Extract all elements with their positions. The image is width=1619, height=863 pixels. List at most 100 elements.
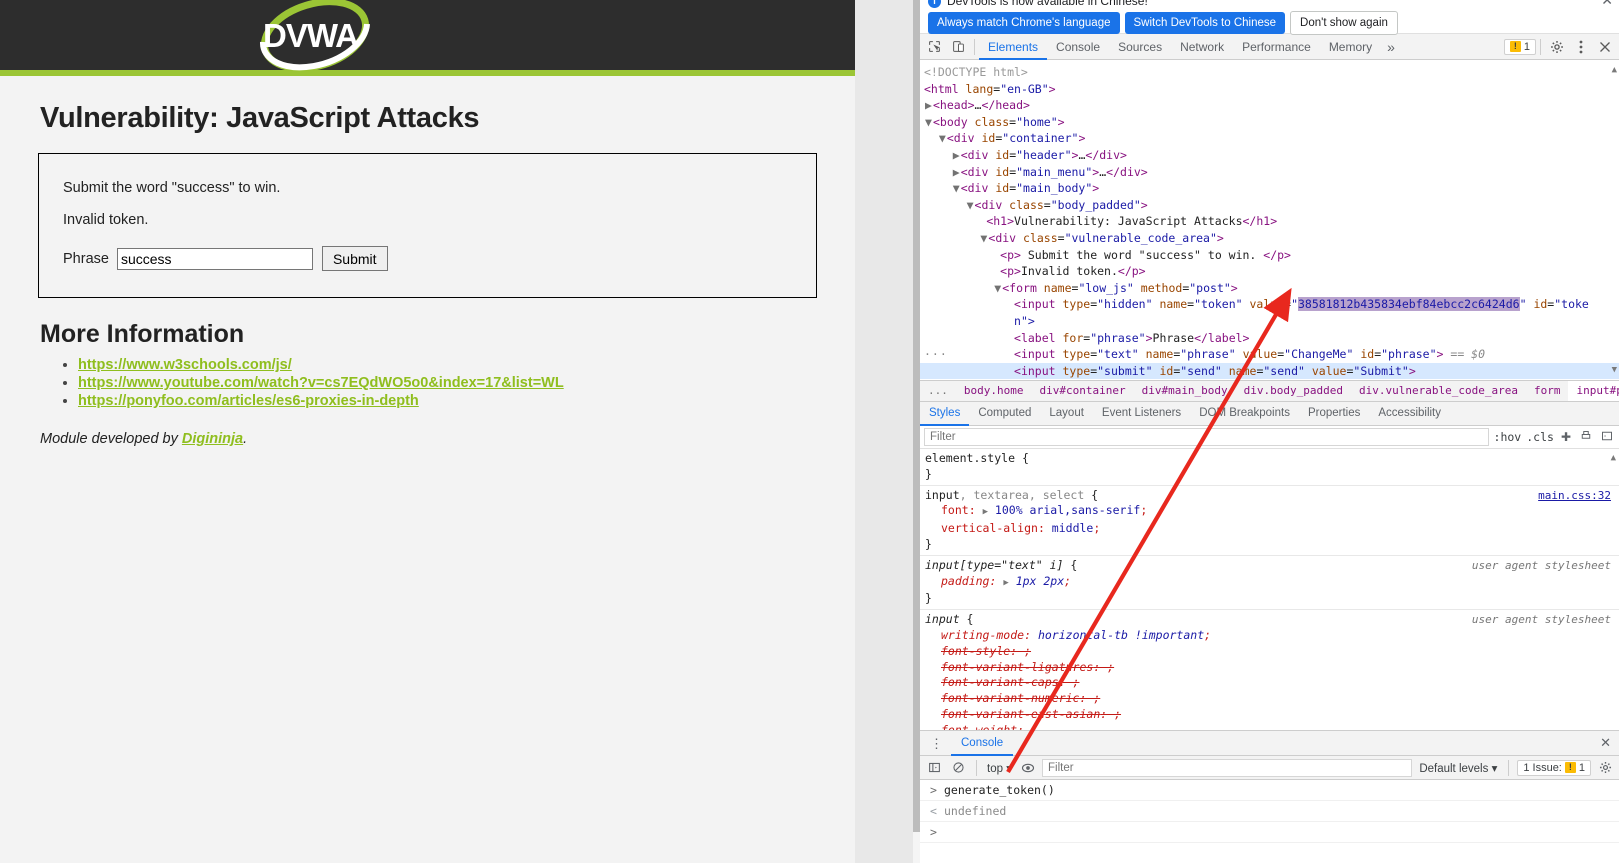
execution-context-select[interactable]: top ▾ bbox=[985, 761, 1014, 775]
tab-dom-breakpoints[interactable]: DOM Breakpoints bbox=[1190, 402, 1299, 426]
dom-line-selected[interactable]: ··· <input type="text" name="phrase" val… bbox=[920, 346, 1619, 363]
styles-scroll-up-arrow[interactable]: ▲ bbox=[1611, 451, 1616, 467]
style-rule[interactable]: user agent stylesheet input[type="text" … bbox=[920, 556, 1619, 611]
style-rule[interactable]: main.css:32 input, textarea, select { fo… bbox=[920, 486, 1619, 556]
device-toolbar-icon[interactable] bbox=[946, 36, 970, 58]
dom-line-wrap[interactable]: n"> bbox=[920, 313, 1619, 330]
style-declaration[interactable]: font: ▶ 100% arial,sans-serif; bbox=[925, 503, 1619, 521]
dom-line[interactable]: ▼<div id="container"> bbox=[920, 130, 1619, 147]
styles-rules-list[interactable]: element.style { } main.css:32 input, tex… bbox=[920, 449, 1619, 745]
cls-toggle[interactable]: .cls bbox=[1526, 430, 1554, 444]
breadcrumb-item-vulnerable-code-area[interactable]: div.vulnerable_code_area bbox=[1351, 381, 1526, 401]
style-declaration[interactable]: font-variant-numeric: ; bbox=[925, 691, 1619, 707]
style-declaration[interactable]: writing-mode: horizontal-tb !important; bbox=[925, 628, 1619, 644]
style-rule[interactable]: user agent stylesheet input { writing-mo… bbox=[920, 610, 1619, 742]
tab-computed[interactable]: Computed bbox=[969, 402, 1040, 426]
reference-link[interactable]: https://www.youtube.com/watch?v=cs7EQdWO… bbox=[78, 375, 564, 391]
dom-line[interactable]: <h1>Vulnerability: JavaScript Attacks</h… bbox=[920, 213, 1619, 230]
token-value[interactable]: 38581812b435834ebf84ebcc2c6424d6 bbox=[1298, 297, 1520, 312]
print-media-icon[interactable] bbox=[1578, 430, 1594, 445]
style-declaration[interactable]: font-variant-caps: ; bbox=[925, 675, 1619, 691]
dom-line[interactable]: ▼<form name="low_js" method="post"> bbox=[920, 280, 1619, 297]
gear-icon[interactable] bbox=[1545, 36, 1569, 58]
dom-line[interactable]: ▶<div id="header">…</div> bbox=[920, 147, 1619, 164]
dom-line[interactable]: ▼<div class="vulnerable_code_area"> bbox=[920, 230, 1619, 247]
dom-line[interactable]: <label for="phrase">Phrase</label> bbox=[920, 330, 1619, 347]
style-selector[interactable]: element.style bbox=[925, 451, 1015, 465]
dom-line[interactable]: ▼<body class="home"> bbox=[920, 114, 1619, 131]
tab-network[interactable]: Network bbox=[1171, 34, 1233, 60]
clear-console-icon[interactable] bbox=[948, 759, 968, 777]
hov-toggle[interactable]: :hov bbox=[1494, 430, 1522, 444]
reference-link[interactable]: https://www.w3schools.com/js/ bbox=[78, 357, 292, 373]
tab-properties[interactable]: Properties bbox=[1299, 402, 1369, 426]
dom-line[interactable]: <p> Submit the word "success" to win. </… bbox=[920, 247, 1619, 264]
style-origin-link[interactable]: main.css:32 bbox=[1538, 488, 1611, 504]
breadcrumb-overflow-left[interactable]: ... bbox=[920, 381, 956, 401]
dom-line[interactable]: ▼<div class="body_padded"> bbox=[920, 197, 1619, 214]
tab-memory[interactable]: Memory bbox=[1320, 34, 1381, 60]
devtools-resize-handle[interactable] bbox=[913, 0, 920, 832]
dont-show-again-button[interactable]: Don't show again bbox=[1290, 11, 1398, 35]
close-icon[interactable] bbox=[1593, 36, 1617, 58]
toggle-sidebar-icon[interactable] bbox=[1599, 430, 1615, 445]
dom-line[interactable]: <input type="submit" id="send" name="sen… bbox=[920, 362, 1619, 380]
dom-scroll-up-arrow[interactable]: ▲ bbox=[1612, 62, 1617, 79]
live-expression-icon[interactable] bbox=[1018, 759, 1038, 777]
console-filter-input[interactable] bbox=[1041, 758, 1413, 777]
breadcrumb-item-main-body[interactable]: div#main_body bbox=[1134, 381, 1236, 401]
console-input-row[interactable]: > generate_token() bbox=[920, 780, 1619, 801]
styles-filter-input[interactable] bbox=[924, 428, 1489, 446]
console-result-row[interactable]: < undefined bbox=[920, 801, 1619, 822]
phrase-input[interactable] bbox=[116, 247, 313, 270]
always-match-language-button[interactable]: Always match Chrome's language bbox=[928, 12, 1120, 34]
dom-line[interactable]: <p>Invalid token.</p> bbox=[920, 263, 1619, 280]
dom-line[interactable]: ▶<div id="main_menu">…</div> bbox=[920, 164, 1619, 181]
more-vertical-icon[interactable] bbox=[1569, 36, 1593, 58]
tab-styles[interactable]: Styles bbox=[920, 402, 970, 426]
breadcrumb-item-input-phrase[interactable]: input#phrase bbox=[1568, 381, 1619, 401]
gear-icon[interactable] bbox=[1595, 759, 1615, 777]
console-issues-chip[interactable]: 1 Issue: ! 1 bbox=[1517, 759, 1591, 776]
tab-accessibility[interactable]: Accessibility bbox=[1369, 402, 1450, 426]
tab-console-drawer[interactable]: Console bbox=[951, 731, 1014, 756]
dom-line[interactable]: <html lang="en-GB"> bbox=[920, 81, 1619, 98]
dom-line[interactable]: ▶<head>…</head> bbox=[920, 97, 1619, 114]
console-prompt-row[interactable]: > bbox=[920, 822, 1619, 843]
console-sidebar-icon[interactable] bbox=[924, 759, 944, 777]
style-declaration[interactable]: font-variant-ligatures: ; bbox=[925, 660, 1619, 676]
issues-counter-chip[interactable]: ! 1 bbox=[1503, 38, 1536, 55]
style-rule[interactable]: element.style { } bbox=[920, 449, 1619, 486]
breadcrumb-item-form[interactable]: form bbox=[1526, 381, 1569, 401]
more-vertical-icon[interactable]: ⋮ bbox=[920, 737, 951, 750]
tab-console[interactable]: Console bbox=[1047, 34, 1109, 60]
console-log[interactable]: > generate_token() < undefined > bbox=[920, 780, 1619, 843]
tab-layout[interactable]: Layout bbox=[1040, 402, 1093, 426]
dom-tree[interactable]: <!DOCTYPE html> <html lang="en-GB"> ▶<he… bbox=[920, 60, 1619, 380]
inspect-element-icon[interactable] bbox=[922, 36, 946, 58]
style-declaration[interactable]: padding: ▶ 1px 2px; bbox=[925, 574, 1619, 592]
close-icon[interactable]: ✕ bbox=[1601, 0, 1613, 9]
breadcrumb-item-body-padded[interactable]: div.body_padded bbox=[1236, 381, 1351, 401]
breadcrumb-item-container[interactable]: div#container bbox=[1031, 381, 1133, 401]
style-selector[interactable]: input[type="text" i] bbox=[925, 558, 1063, 572]
style-declaration[interactable]: font-style: ; bbox=[925, 644, 1619, 660]
switch-devtools-language-button[interactable]: Switch DevTools to Chinese bbox=[1124, 12, 1286, 34]
dom-line[interactable]: <!DOCTYPE html> bbox=[920, 64, 1619, 81]
tab-sources[interactable]: Sources bbox=[1109, 34, 1171, 60]
style-declaration[interactable]: vertical-align: middle; bbox=[925, 521, 1619, 537]
dom-line[interactable]: ▼<div id="main_body"> bbox=[920, 180, 1619, 197]
tab-event-listeners[interactable]: Event Listeners bbox=[1093, 402, 1190, 426]
digininja-link[interactable]: Digininja bbox=[182, 431, 243, 447]
log-levels-select[interactable]: Default levels ▾ bbox=[1416, 761, 1500, 775]
tab-performance[interactable]: Performance bbox=[1233, 34, 1320, 60]
style-selector[interactable]: input bbox=[925, 612, 960, 626]
devtools-resize-handle-lower[interactable] bbox=[913, 832, 920, 863]
dom-scroll-down-arrow[interactable]: ▼ bbox=[1612, 362, 1617, 379]
tab-elements[interactable]: Elements bbox=[979, 34, 1048, 60]
chevron-double-right-icon[interactable]: » bbox=[1381, 39, 1401, 55]
dom-line-token[interactable]: <input type="hidden" name="token" value=… bbox=[920, 296, 1619, 313]
element-edit-dots[interactable]: ··· bbox=[924, 346, 948, 363]
submit-button[interactable]: Submit bbox=[321, 246, 388, 271]
plus-icon[interactable]: ✚ bbox=[1559, 430, 1573, 444]
